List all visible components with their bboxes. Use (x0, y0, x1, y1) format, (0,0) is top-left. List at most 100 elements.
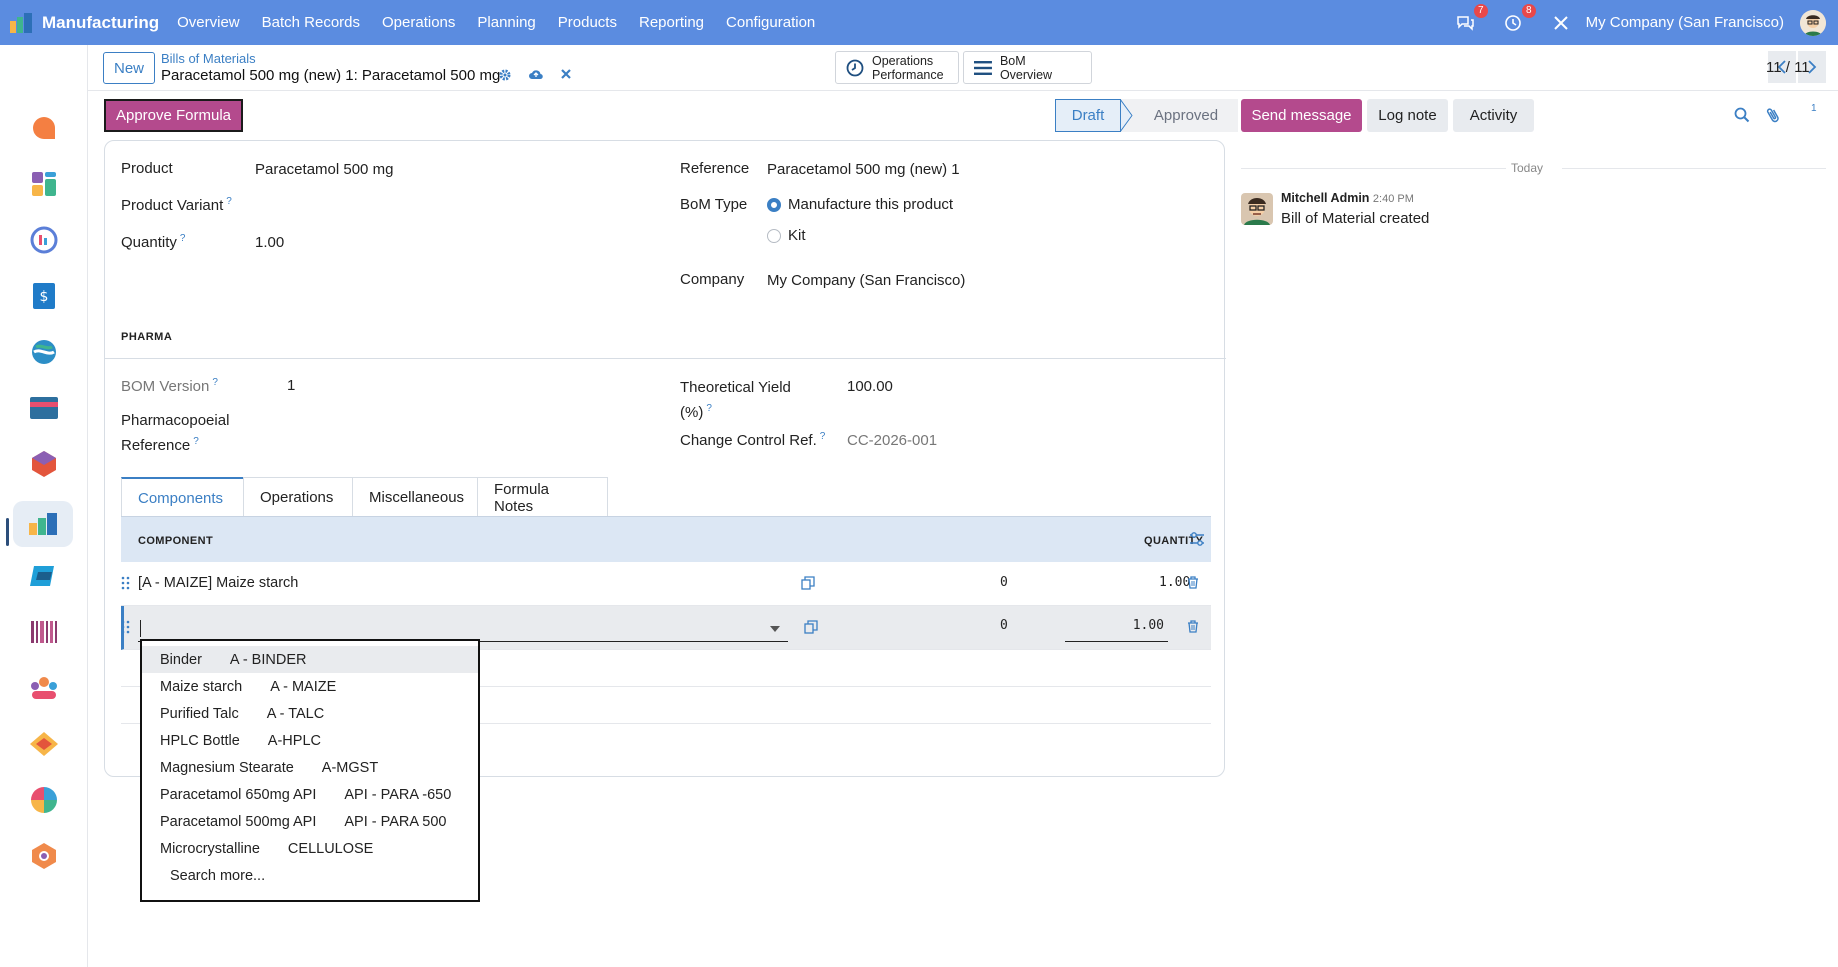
tab-operations[interactable]: Operations (243, 477, 353, 517)
copy-icon[interactable] (801, 576, 815, 593)
search-icon[interactable] (1734, 107, 1750, 126)
dropdown-option[interactable]: Maize starch A - MAIZE (142, 673, 478, 700)
activity-button[interactable]: Activity (1453, 99, 1534, 132)
dropdown-option[interactable]: HPLC Bottle A-HPLC (142, 727, 478, 754)
stage-draft[interactable]: Draft (1055, 99, 1121, 132)
quantity-label-text: Quantity (121, 234, 177, 251)
tab-components[interactable]: Components (121, 477, 244, 517)
dropdown-option[interactable]: Binder A - BINDER (142, 646, 478, 673)
company-switcher[interactable]: My Company (San Francisco) (1586, 14, 1784, 31)
followers-icon[interactable] (1800, 103, 1810, 120)
product-field[interactable]: Paracetamol 500 mg (255, 161, 393, 178)
drag-handle-icon[interactable] (121, 576, 131, 593)
dropdown-option[interactable]: Microcrystalline CELLULOSE (142, 835, 478, 862)
menu-planning[interactable]: Planning (477, 14, 535, 31)
manufacturing-app-icon[interactable] (13, 501, 73, 547)
help-icon[interactable]: ? (820, 431, 826, 442)
sign-app-icon[interactable] (24, 724, 64, 764)
message-author[interactable]: Mitchell Admin 2:40 PM (1281, 191, 1414, 205)
studio-app-icon[interactable] (24, 220, 64, 260)
menu-overview[interactable]: Overview (177, 14, 240, 31)
dropdown-option[interactable]: Purified Talc A - TALC (142, 700, 478, 727)
menu-batch-records[interactable]: Batch Records (262, 14, 360, 31)
trash-icon[interactable] (1187, 620, 1199, 636)
accounting-app-icon[interactable]: $ (24, 276, 64, 316)
table-row[interactable]: [A - MAIZE] Maize starch 0 1.00 (121, 562, 1211, 606)
stage-approved[interactable]: Approved (1134, 99, 1238, 132)
settings-app-icon[interactable] (24, 836, 64, 876)
help-icon[interactable]: ? (180, 233, 186, 244)
tab-formula-notes[interactable]: Formula Notes (477, 477, 608, 517)
cloud-save-icon[interactable] (528, 68, 544, 82)
search-more-option[interactable]: Search more... (142, 862, 478, 889)
dropdown-option[interactable]: Magnesium Stearate A-MGST (142, 754, 478, 781)
bom-type-manufacture-label[interactable]: Manufacture this product (788, 196, 953, 213)
employees-app-icon[interactable] (24, 668, 64, 708)
theoretical-yield-field[interactable]: 100.00 (847, 378, 893, 395)
menu-configuration[interactable]: Configuration (726, 14, 815, 31)
bom-type-manufacture-radio[interactable] (767, 198, 781, 212)
component-cell[interactable]: [A - MAIZE] Maize starch (138, 575, 298, 591)
qty-available-cell: 0 (1000, 618, 1008, 633)
menu-products[interactable]: Products (558, 14, 617, 31)
change-control-field[interactable]: CC-2026-001 (847, 432, 937, 449)
discard-close-icon[interactable] (560, 68, 572, 82)
bom-type-kit-label[interactable]: Kit (788, 227, 806, 244)
caret-down-icon[interactable] (770, 626, 780, 632)
card-app-icon[interactable] (24, 388, 64, 428)
menu-operations[interactable]: Operations (382, 14, 455, 31)
tools-icon[interactable] (1550, 12, 1572, 34)
quantity-field[interactable]: 1.00 (255, 234, 284, 251)
bom-overview-button[interactable]: BoM Overview (963, 51, 1092, 84)
log-note-button[interactable]: Log note (1367, 99, 1448, 132)
quantity-input[interactable]: 1.00 (1065, 614, 1168, 642)
product-variant-field[interactable] (255, 193, 615, 217)
inventory-app-icon[interactable] (24, 444, 64, 484)
record-pager: 11 / 11 (1766, 51, 1826, 83)
dropdown-option[interactable]: Paracetamol 500mg API API - PARA 500 (142, 808, 478, 835)
help-icon[interactable]: ? (212, 377, 218, 388)
date-separator-line (1562, 168, 1826, 169)
approve-formula-button[interactable]: Approve Formula (104, 99, 243, 132)
author-avatar[interactable] (1241, 193, 1273, 225)
barcode-app-icon[interactable] (24, 612, 64, 652)
app-brand[interactable]: Manufacturing (10, 12, 159, 33)
new-button[interactable]: New (103, 52, 155, 84)
tab-miscellaneous[interactable]: Miscellaneous (352, 477, 478, 517)
help-icon[interactable]: ? (226, 196, 232, 207)
help-icon[interactable]: ? (193, 436, 199, 447)
analytics-app-icon[interactable] (24, 780, 64, 820)
pager-value[interactable]: 11 / 11 (1766, 59, 1810, 76)
quality-app-icon[interactable] (24, 556, 64, 596)
send-message-button[interactable]: Send message (1241, 99, 1362, 132)
messages-icon[interactable]: 7 (1454, 3, 1488, 34)
operations-performance-button[interactable]: Operations Performance (835, 51, 959, 84)
discuss-app-icon[interactable] (24, 108, 64, 148)
documents-app-icon[interactable] (24, 332, 64, 372)
pharmacopoeial-reference-field[interactable] (287, 419, 637, 443)
drag-handle-icon[interactable] (121, 620, 131, 637)
date-separator-line (1241, 168, 1506, 169)
column-component[interactable]: COMPONENT (138, 535, 213, 547)
user-avatar[interactable] (1800, 9, 1826, 36)
bom-type-kit-radio[interactable] (767, 229, 781, 243)
paperclip-icon[interactable] (1766, 106, 1780, 127)
help-icon[interactable]: ? (706, 403, 712, 414)
copy-icon[interactable] (804, 620, 818, 637)
reference-field[interactable]: Paracetamol 500 mg (new) 1 (767, 161, 960, 178)
message-time: 2:40 PM (1372, 193, 1414, 205)
optional-columns-icon[interactable] (1189, 531, 1205, 550)
component-search-input[interactable] (138, 614, 788, 642)
quantity-cell[interactable]: 1.00 (1159, 575, 1190, 590)
option-code: API - PARA -650 (344, 786, 452, 803)
gear-icon[interactable] (498, 68, 512, 82)
dashboards-app-icon[interactable] (24, 164, 64, 204)
menu-reporting[interactable]: Reporting (639, 14, 704, 31)
company-field[interactable]: My Company (San Francisco) (767, 272, 965, 289)
option-code: A - BINDER (229, 651, 307, 668)
status-bar: Draft Approved (1055, 99, 1238, 132)
activities-clock-icon[interactable]: 8 (1502, 3, 1536, 34)
trash-icon[interactable] (1187, 576, 1199, 592)
dropdown-option[interactable]: Paracetamol 650mg API API - PARA -650 (142, 781, 478, 808)
breadcrumb-parent-link[interactable]: Bills of Materials (161, 51, 256, 66)
